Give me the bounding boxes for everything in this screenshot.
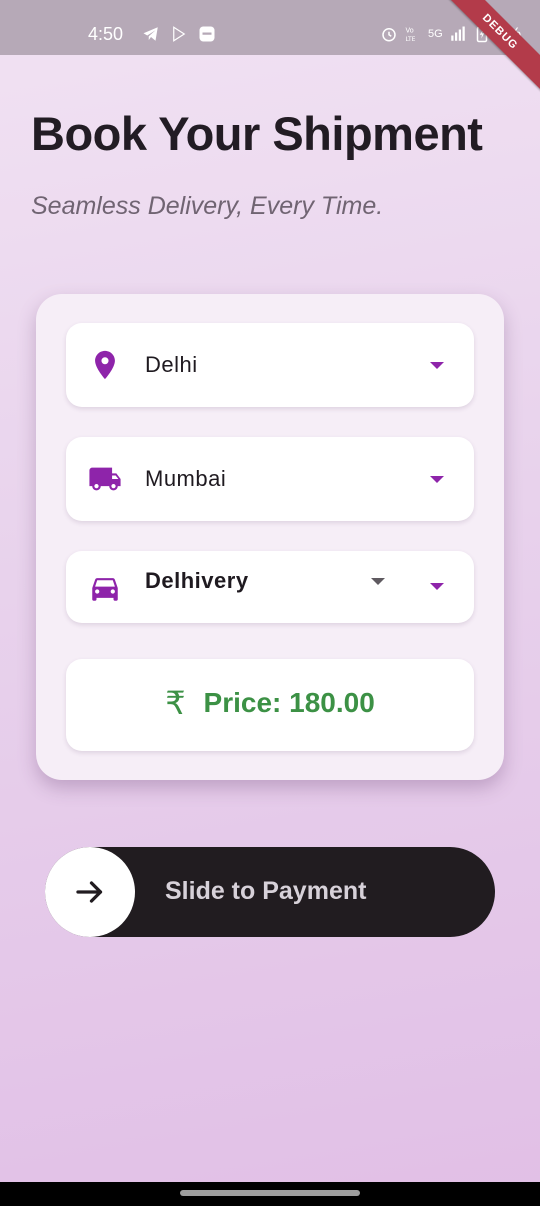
destination-dropdown[interactable]: Mumbai (66, 437, 474, 521)
svg-text:LTE: LTE (406, 36, 416, 43)
location-pin-icon (95, 350, 115, 380)
truck-icon (89, 467, 121, 491)
telegram-icon (143, 27, 158, 41)
chevron-down-icon (371, 578, 385, 585)
svg-text:Vo: Vo (406, 27, 414, 35)
price-display: ₹ Price: 180.00 (66, 659, 474, 751)
destination-value: Mumbai (145, 466, 227, 491)
price-text: Price: 180.00 (203, 687, 375, 718)
courier-value: Delhivery (145, 568, 249, 593)
chevron-down-icon (430, 583, 444, 590)
origin-dropdown[interactable]: Delhi (66, 323, 474, 407)
volte-icon: VoLTE (406, 27, 416, 43)
shipment-form-card: Delhi Mumbai Delhivery ₹ Price: 180.00 (36, 294, 504, 780)
slider-label: Slide to Payment (165, 877, 367, 905)
play-store-icon (173, 26, 186, 42)
slider-handle[interactable] (45, 847, 135, 937)
price-row: ₹ Price: 180.00 (66, 687, 474, 719)
status-notification-icons (142, 25, 216, 43)
signal-icon (450, 26, 465, 41)
app-notification-icon (199, 26, 215, 42)
car-icon (92, 578, 118, 601)
rupee-icon: ₹ (165, 684, 186, 722)
alarm-icon (382, 28, 396, 42)
courier-dropdown[interactable]: Delhivery (66, 551, 474, 623)
home-gesture-handle[interactable] (180, 1190, 360, 1196)
slide-to-payment-slider[interactable]: Slide to Payment (45, 847, 495, 937)
system-nav-bar (0, 1182, 540, 1206)
chevron-down-icon (430, 362, 444, 369)
page-title: Book Your Shipment (31, 107, 483, 160)
origin-value: Delhi (145, 352, 198, 377)
status-time: 4:50 (88, 24, 124, 44)
arrow-right-icon (76, 881, 103, 903)
chevron-down-icon (430, 476, 444, 483)
network-type: 5G (428, 28, 443, 40)
page-subtitle: Seamless Delivery, Every Time. (31, 192, 384, 220)
